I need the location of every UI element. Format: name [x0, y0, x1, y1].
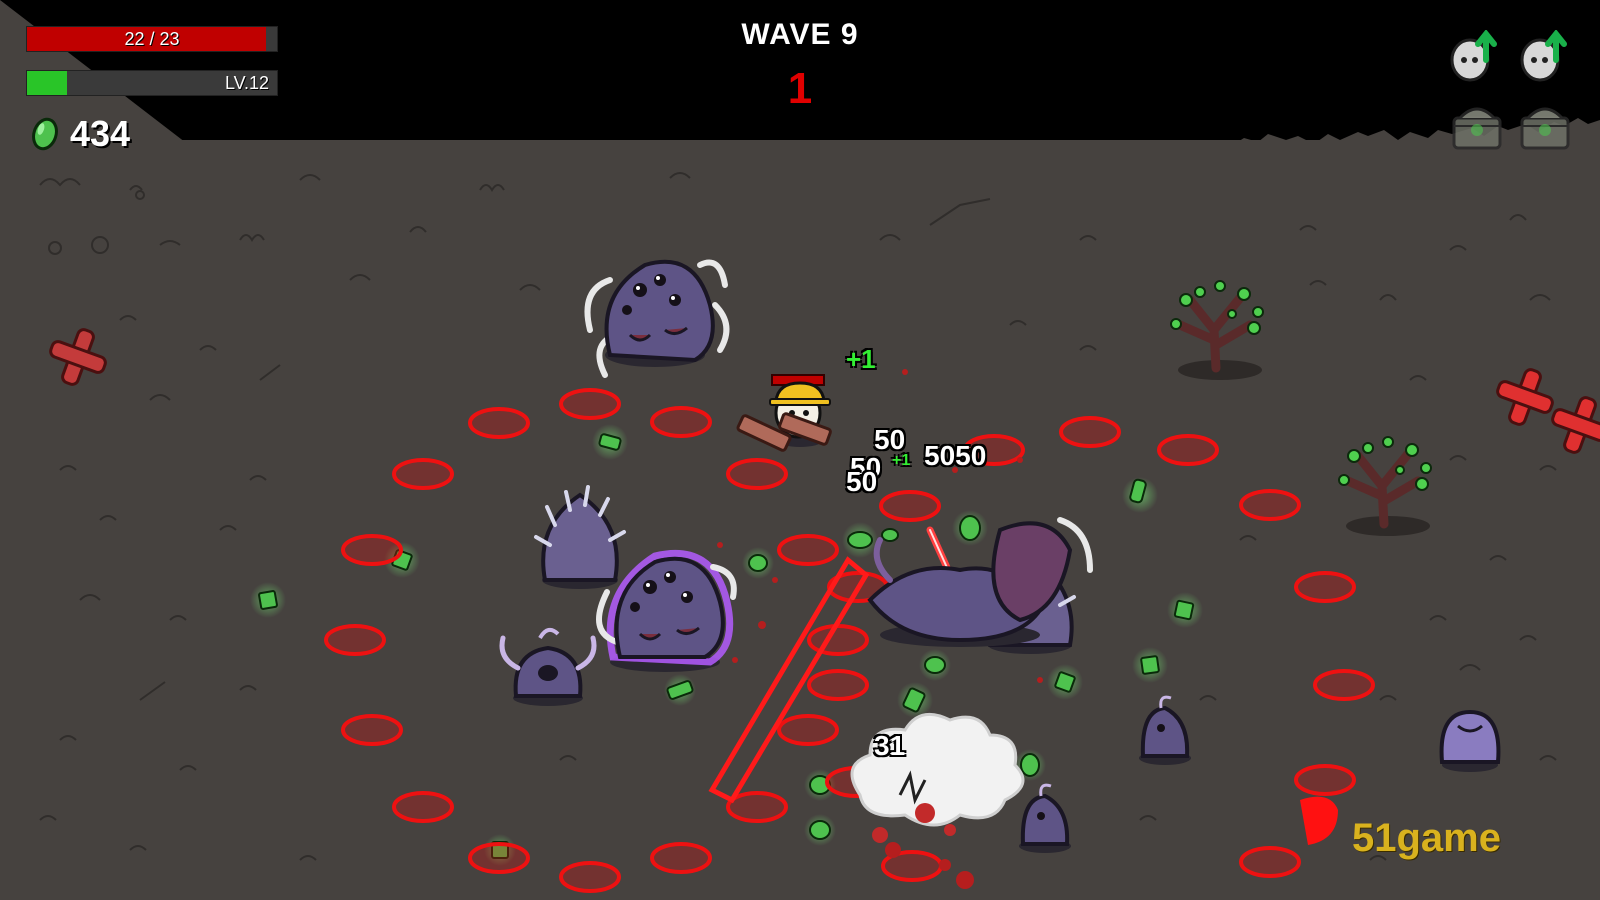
damage-number: 31 — [874, 730, 906, 761]
levelup-pending-icon — [1450, 30, 1497, 82]
spawn-marker — [726, 458, 788, 490]
material-icon — [32, 117, 58, 151]
damage-number: 50 — [846, 466, 878, 497]
spawn-marker — [341, 714, 403, 746]
spawn-marker — [392, 458, 454, 490]
wave-title: WAVE 9 — [741, 18, 859, 51]
spawn-marker — [468, 842, 530, 874]
spawn-marker — [559, 388, 621, 420]
spawn-marker — [1239, 846, 1301, 878]
spawn-marker — [1294, 764, 1356, 796]
damage-number: 5050 — [924, 440, 987, 471]
spawn-marker — [324, 624, 386, 656]
spawn-marker — [1313, 669, 1375, 701]
game-arena — [0, 0, 1600, 900]
spawn-marker — [650, 842, 712, 874]
blob-enemy — [1439, 709, 1501, 772]
spawn-marker — [1157, 434, 1219, 466]
spawn-marker — [392, 791, 454, 823]
spawn-marker — [807, 669, 869, 701]
spawn-marker — [726, 791, 788, 823]
spawn-marker — [807, 624, 869, 656]
watermark: 51game — [1352, 816, 1501, 860]
spawn-marker — [341, 534, 403, 566]
levelup-pending-icon — [1520, 30, 1567, 82]
spawn-marker — [1059, 416, 1121, 448]
materials-count: 434 — [70, 113, 131, 154]
crate-pending-icon — [1452, 107, 1502, 150]
spawn-marker — [650, 406, 712, 438]
spawn-marker — [777, 534, 839, 566]
materials-counter: 434 — [30, 113, 131, 154]
spawn-marker — [879, 490, 941, 522]
spawn-marker — [559, 861, 621, 893]
ground — [0, 0, 1600, 900]
spawn-marker — [1239, 489, 1301, 521]
spawn-marker — [777, 714, 839, 746]
crate-pending-icon — [1520, 107, 1570, 150]
material-gain-text: +1 — [846, 344, 876, 374]
wave-timer: 1 — [787, 64, 813, 113]
spawn-marker — [1294, 571, 1356, 603]
spawn-marker — [468, 407, 530, 439]
